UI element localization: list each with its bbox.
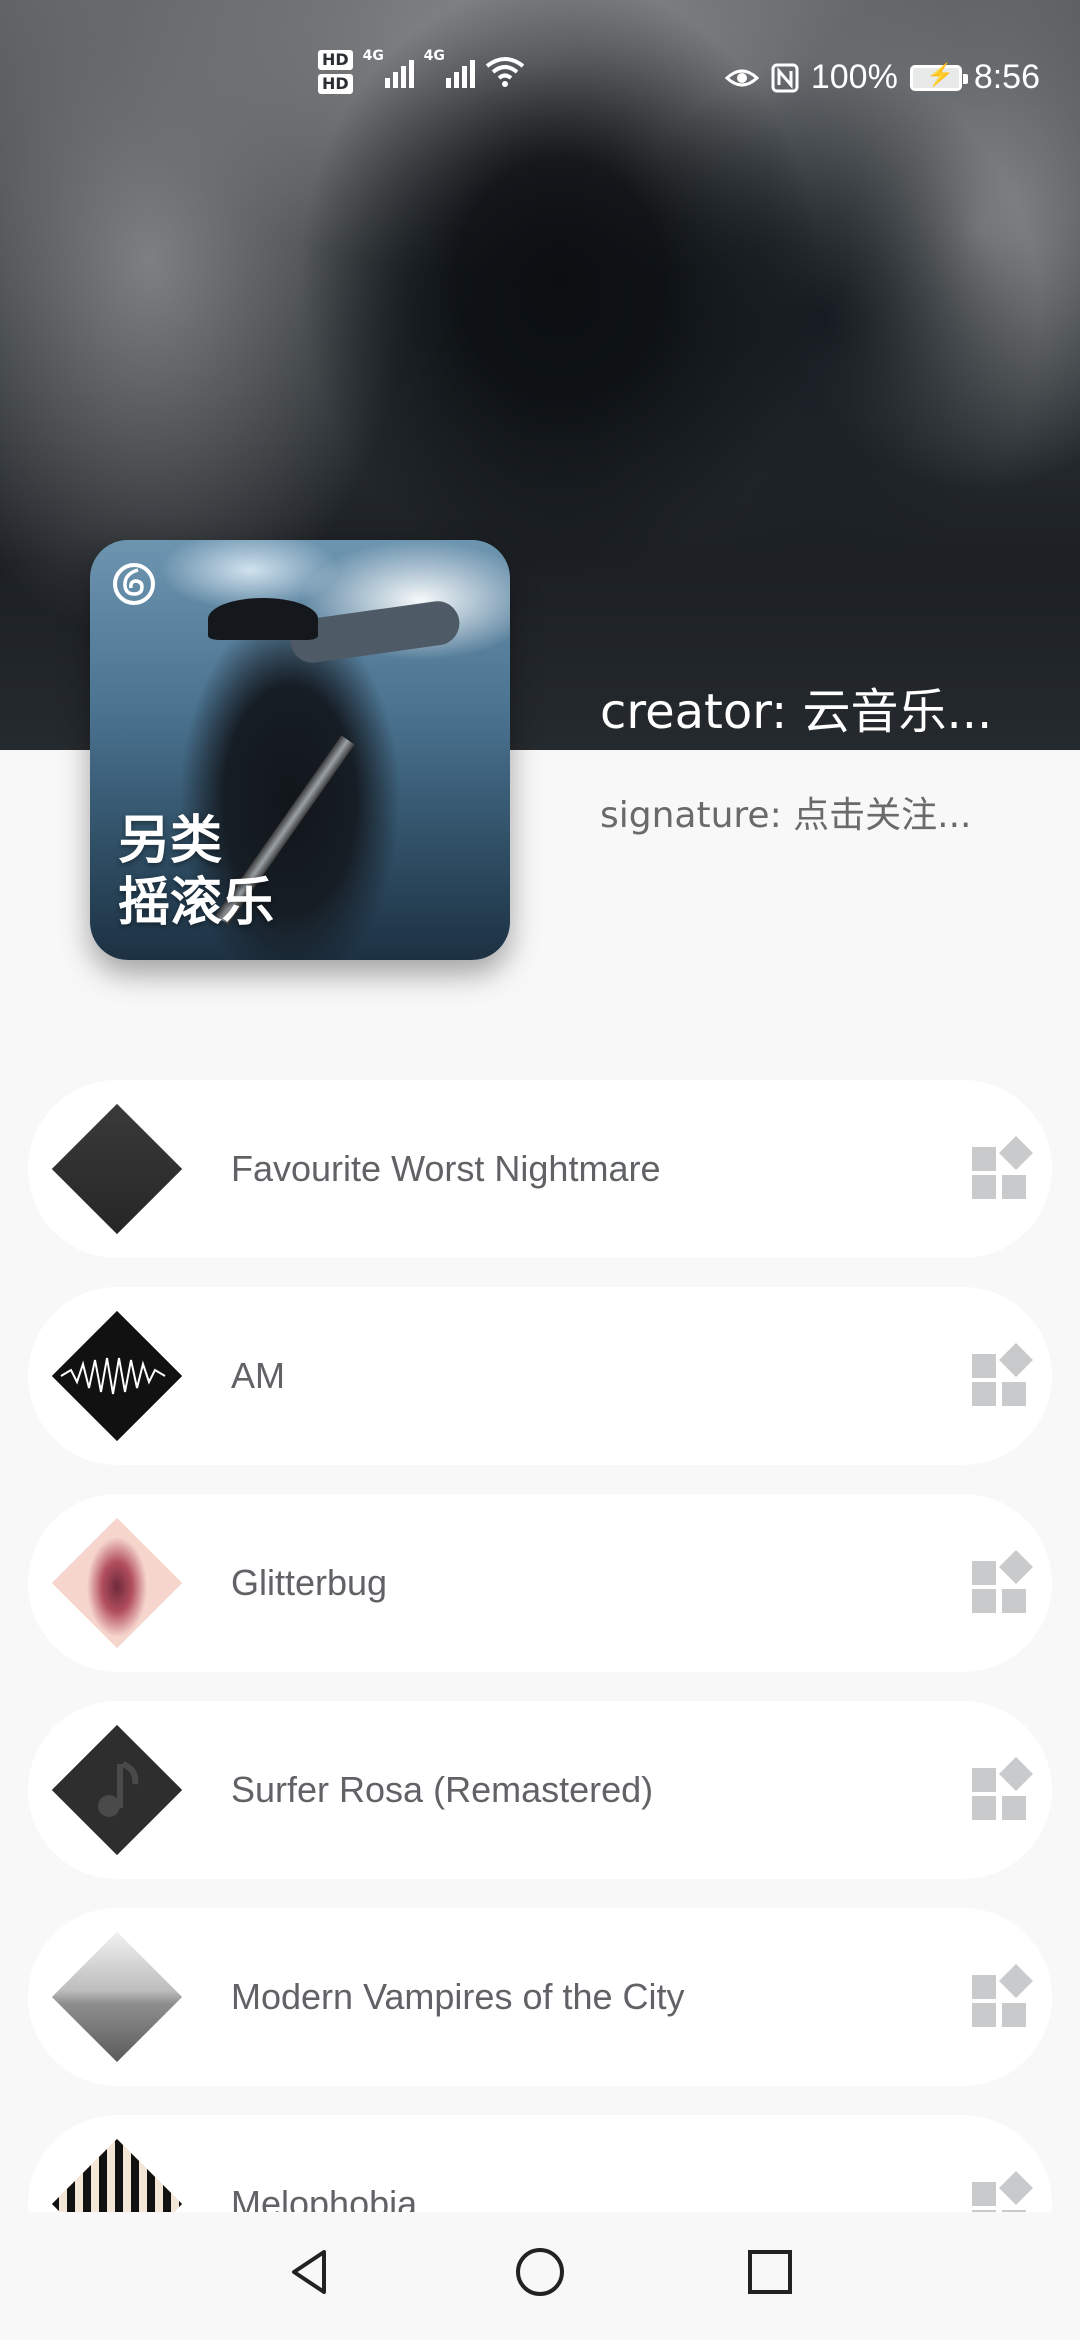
signature-label: signature: 点击关注... bbox=[600, 795, 972, 836]
system-navigation-bar bbox=[0, 2212, 1080, 2340]
status-bar: HD HD 4G 4G 100% ⚡ 8:56 bbox=[0, 40, 1080, 120]
playlist-cover[interactable]: 另类 摇滚乐 bbox=[90, 540, 510, 960]
cover-photo-cap bbox=[208, 598, 318, 640]
album-thumbnail bbox=[51, 1103, 183, 1235]
track-title: Favourite Worst Nightmare bbox=[231, 1148, 661, 1189]
track-row[interactable]: Favourite Worst Nightmare bbox=[28, 1080, 1052, 1258]
album-thumbnail bbox=[51, 1724, 183, 1856]
more-options-icon[interactable] bbox=[972, 1550, 1033, 1613]
status-right: 100% ⚡ 8:56 bbox=[724, 58, 1040, 97]
creator-label[interactable]: creator: 云音乐... bbox=[600, 672, 992, 742]
album-thumbnail bbox=[51, 1310, 183, 1442]
cover-title-line2: 摇滚乐 bbox=[118, 873, 275, 933]
more-options-icon[interactable] bbox=[972, 1964, 1033, 2027]
battery-percent: 100% bbox=[810, 58, 898, 96]
track-title: Surfer Rosa (Remastered) bbox=[231, 1769, 654, 1810]
track-row[interactable]: Glitterbug bbox=[28, 1494, 1052, 1672]
hd-indicator: HD HD bbox=[318, 50, 353, 94]
eye-comfort-icon bbox=[724, 69, 759, 86]
track-title: Modern Vampires of the City bbox=[231, 1976, 685, 2017]
battery-charging-icon: ⚡ bbox=[909, 62, 968, 91]
track-list: Favourite Worst Nightmare AM Glitterbug … bbox=[28, 1080, 1052, 2322]
status-left: HD HD 4G 4G bbox=[318, 48, 525, 94]
network-type-label: 4G bbox=[362, 48, 384, 64]
track-row[interactable]: Modern Vampires of the City bbox=[28, 1908, 1052, 2086]
wifi-icon bbox=[485, 57, 524, 87]
album-thumbnail bbox=[51, 1931, 183, 2063]
hd-badge-1: HD bbox=[318, 50, 353, 70]
playlist-screen: HD HD 4G 4G 100% ⚡ 8:56 另类 摇滚乐 creator: … bbox=[0, 0, 1080, 2340]
track-title: AM bbox=[231, 1355, 285, 1396]
signal-icon: 4G bbox=[363, 48, 414, 88]
nfc-icon bbox=[771, 63, 799, 92]
hd-badge-2: HD bbox=[318, 74, 353, 94]
more-options-icon[interactable] bbox=[972, 1136, 1033, 1199]
recent-apps-icon[interactable] bbox=[740, 2242, 800, 2302]
signal-icon: 4G bbox=[424, 48, 475, 88]
back-icon[interactable] bbox=[280, 2242, 340, 2302]
home-icon[interactable] bbox=[510, 2242, 570, 2302]
clock: 8:56 bbox=[973, 58, 1040, 96]
album-thumbnail bbox=[51, 1517, 183, 1649]
netease-music-logo-icon bbox=[113, 563, 155, 605]
cover-title-line1: 另类 bbox=[118, 811, 223, 871]
track-row[interactable]: AM bbox=[28, 1287, 1052, 1465]
network-type-label: 4G bbox=[423, 48, 445, 64]
track-title: Glitterbug bbox=[231, 1562, 388, 1603]
cover-title: 另类 摇滚乐 bbox=[118, 810, 274, 934]
more-options-icon[interactable] bbox=[972, 1757, 1033, 1820]
track-row[interactable]: Surfer Rosa (Remastered) bbox=[28, 1701, 1052, 1879]
more-options-icon[interactable] bbox=[972, 1343, 1033, 1406]
